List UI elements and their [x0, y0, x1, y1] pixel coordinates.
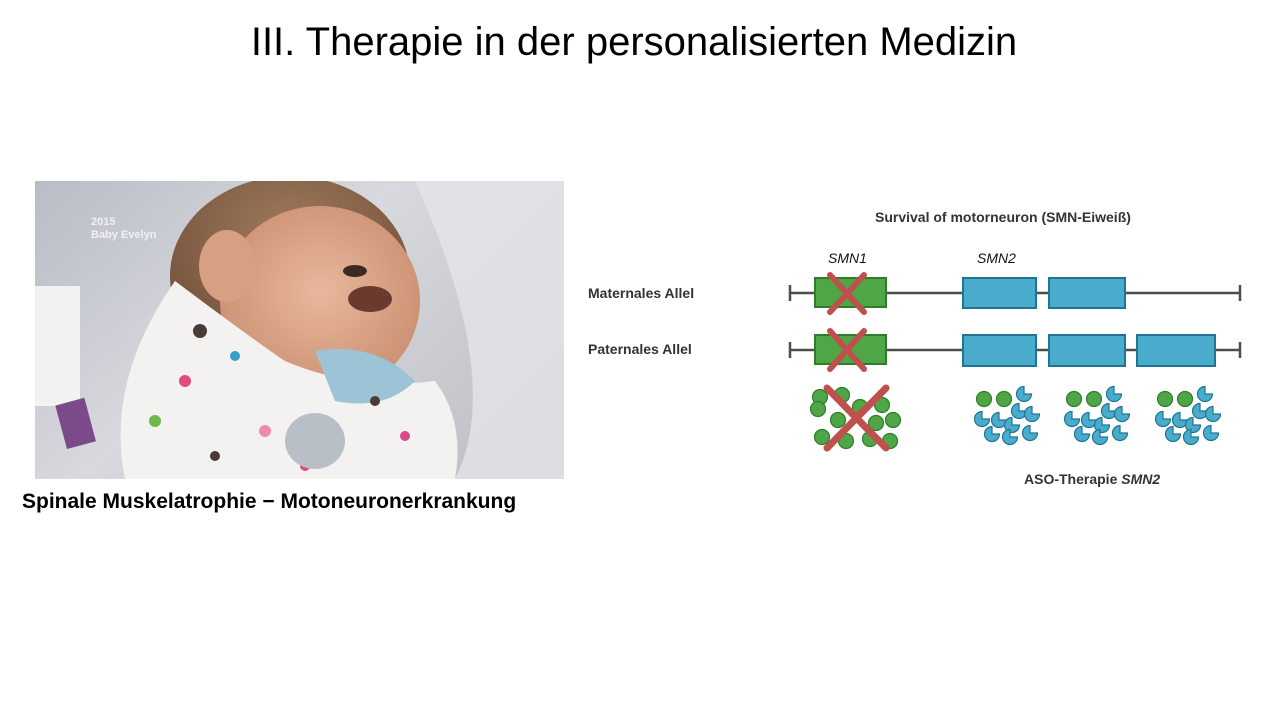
baby-photo-illustration: 2015 Baby Evelyn — [35, 181, 564, 479]
smn2-copy-paternal — [1136, 334, 1216, 367]
diagram-title: Survival of motorneuron (SMN-Eiweiß) — [875, 209, 1131, 225]
smn2-protein-cluster — [1063, 385, 1131, 446]
smn2-protein-partial — [983, 425, 1001, 443]
smn2-protein-partial — [1202, 424, 1220, 442]
onesie-dot — [179, 375, 191, 387]
slide-title: III. Therapie in der personalisierten Me… — [250, 20, 1018, 64]
onesie-print — [285, 413, 345, 469]
smn2-protein-partial — [1113, 405, 1131, 423]
baby-photo: 2015 Baby Evelyn — [35, 181, 564, 479]
paternal-allele-track — [788, 328, 1242, 372]
smn2-protein-partial — [1111, 424, 1129, 442]
smn2-protein-partial — [1073, 425, 1091, 443]
smn2-protein-partial — [973, 410, 991, 428]
smn2-copy-paternal — [962, 334, 1037, 367]
baby-ear — [199, 230, 255, 302]
onesie-dot — [259, 425, 271, 437]
onesie-dot — [400, 431, 410, 441]
photo-caption: Spinale Muskelatrophie − Motoneuronerkra… — [22, 490, 517, 513]
maternal-allele-label: Maternales Allel — [588, 285, 694, 301]
smn-protein-full — [995, 390, 1013, 408]
smn2-protein-partial — [1204, 405, 1222, 423]
smn1-label: SMN1 — [828, 250, 867, 266]
smn2-label: SMN2 — [977, 250, 1016, 266]
smn-protein-full — [975, 390, 993, 408]
watermark-name: Baby Evelyn — [91, 229, 157, 241]
smn-protein-full — [1085, 390, 1103, 408]
smn-gene-diagram: Survival of motorneuron (SMN-Eiweiß) SMN… — [588, 209, 1242, 487]
smn2-protein-partial — [1154, 410, 1172, 428]
smn2-protein-cluster — [973, 385, 1041, 446]
smn2-protein-partial — [1164, 425, 1182, 443]
cloth-left — [35, 286, 80, 406]
smn-protein-full — [1156, 390, 1174, 408]
smn2-copy-paternal — [1048, 334, 1126, 367]
smn2-protein-partial — [1105, 385, 1123, 403]
smn2-protein-partial — [1023, 405, 1041, 423]
smn2-protein-cluster — [1154, 385, 1222, 446]
smn2-protein-partial — [1063, 410, 1081, 428]
smn2-protein-partial — [1021, 424, 1039, 442]
smn2-protein-partial — [1196, 385, 1214, 403]
smn2-copy-maternal — [962, 277, 1037, 309]
smn-protein-full — [1176, 390, 1194, 408]
smn2-protein-partial — [1015, 385, 1033, 403]
onesie-dot — [370, 396, 380, 406]
smn2-protein-clusters — [973, 385, 1222, 446]
smn-protein-full — [1065, 390, 1083, 408]
onesie-dot — [230, 351, 240, 361]
paternal-allele-label: Paternales Allel — [588, 341, 692, 357]
onesie-dot — [210, 451, 220, 461]
onesie-dot — [149, 415, 161, 427]
watermark-year: 2015 — [91, 216, 115, 228]
baby-eye — [343, 265, 367, 277]
smn2-copy-maternal — [1048, 277, 1126, 309]
maternal-allele-track — [788, 272, 1242, 315]
onesie-dot — [193, 324, 207, 338]
baby-mouth — [348, 286, 392, 312]
aso-therapy-label: ASO-Therapie SMN2 — [1024, 471, 1160, 487]
